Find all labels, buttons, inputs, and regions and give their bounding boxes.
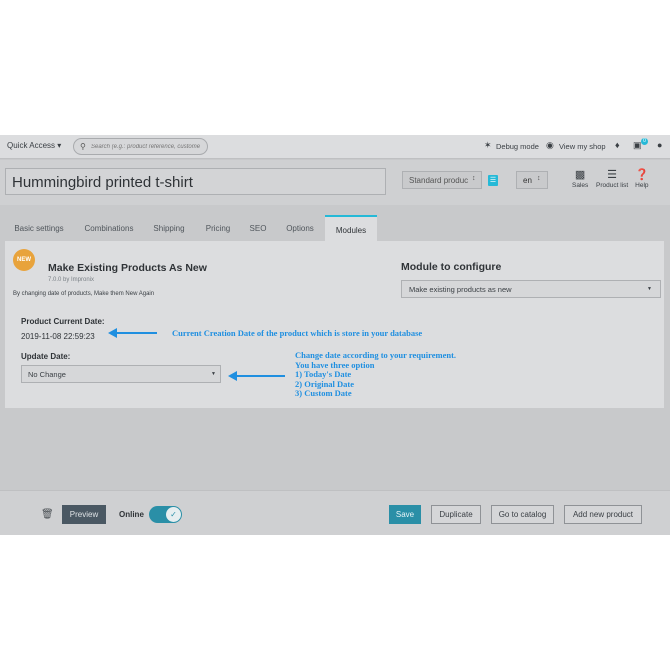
cart-badge: 0 [641, 138, 648, 145]
tab-modules[interactable]: Modules [325, 215, 377, 241]
module-panel: NEW Make Existing Products As New 7.0.0 … [5, 241, 664, 408]
product-list-tool[interactable]: ☰ Product list [596, 168, 628, 189]
online-label: Online [119, 510, 144, 519]
current-date-value: 2019-11-08 22:59:23 [21, 332, 95, 341]
sales-label: Sales [572, 182, 589, 189]
caret-down-icon: ▼ [647, 286, 652, 292]
search-input[interactable] [91, 141, 203, 152]
annotation-arrow [235, 375, 285, 377]
check-icon: ✓ [166, 507, 181, 522]
chevron-updown-icon: ↕ [472, 175, 476, 182]
tab-options[interactable]: Options [279, 215, 321, 241]
user-icon[interactable]: ● [657, 140, 662, 150]
tab-shipping[interactable]: Shipping [147, 215, 191, 241]
tab-combinations[interactable]: Combinations [78, 215, 140, 241]
product-type-select[interactable]: Standard produc [402, 171, 482, 189]
preview-button[interactable]: Preview [62, 505, 106, 524]
module-configure-label: Module to configure [401, 261, 502, 273]
product-list-label: Product list [596, 182, 629, 189]
module-configure-select[interactable]: Make existing products as new ▼ [401, 280, 661, 298]
go-to-catalog-button[interactable]: Go to catalog [491, 505, 554, 524]
annotation-arrow [115, 332, 157, 334]
help-icon: ❓ [635, 169, 649, 181]
module-configure-value: Make existing products as new [409, 285, 512, 294]
add-new-product-button[interactable]: Add new product [564, 505, 642, 524]
quick-access-menu[interactable]: Quick Access ▾ [7, 141, 61, 150]
view-shop-link[interactable]: View my shop [559, 142, 606, 151]
save-button[interactable]: Save [389, 505, 421, 524]
eye-icon: ◉ [546, 140, 554, 150]
product-title-bar: Hummingbird printed t-shirt Standard pro… [0, 160, 670, 205]
product-edit-page: Quick Access ▾ ⚲ ✶ Debug mode ◉ View my … [0, 135, 670, 535]
note-line: 3) Custom Date [295, 388, 352, 398]
language-select[interactable]: en [516, 171, 548, 189]
update-date-value: No Change [28, 370, 66, 379]
top-header: Quick Access ▾ ⚲ ✶ Debug mode ◉ View my … [0, 135, 670, 159]
module-title: Make Existing Products As New [48, 262, 207, 274]
current-date-label: Product Current Date: [21, 317, 105, 326]
debug-mode-link[interactable]: Debug mode [496, 142, 539, 151]
product-name-input[interactable]: Hummingbird printed t-shirt [5, 168, 386, 195]
info-icon[interactable]: ☰ [488, 175, 498, 186]
list-icon: ☰ [607, 169, 618, 181]
update-date-note: Change date according to your requiremen… [295, 350, 456, 399]
tab-basic-settings[interactable]: Basic settings [7, 215, 71, 241]
help-label: Help [635, 182, 649, 189]
search-bar[interactable]: ⚲ [73, 138, 208, 155]
current-date-note: Current Creation Date of the product whi… [172, 328, 423, 338]
bell-icon[interactable]: ♦ [615, 140, 620, 150]
trash-icon[interactable]: 🗑 [41, 509, 54, 520]
tab-seo[interactable]: SEO [244, 215, 272, 241]
product-tabs: Basic settings Combinations Shipping Pri… [0, 215, 670, 241]
tab-pricing[interactable]: Pricing [199, 215, 237, 241]
update-date-label: Update Date: [21, 352, 71, 361]
duplicate-button[interactable]: Duplicate [431, 505, 481, 524]
caret-down-icon: ▼ [211, 371, 216, 377]
bug-icon: ✶ [484, 140, 492, 150]
footer-toolbar: 🗑 Preview Online ✓ Save Duplicate Go to … [0, 490, 670, 535]
chevron-updown-icon: ↕ [537, 175, 541, 182]
update-date-select[interactable]: No Change ▼ [21, 365, 221, 383]
search-icon: ⚲ [80, 142, 86, 151]
new-badge-icon: NEW [13, 249, 35, 271]
module-version: 7.0.0 by Impronix [48, 277, 95, 283]
sales-tool[interactable]: ▩ Sales [572, 168, 588, 189]
chart-icon: ▩ [574, 169, 586, 181]
help-tool[interactable]: ❓ Help [635, 168, 649, 189]
online-toggle[interactable]: ✓ [149, 506, 182, 523]
module-description: By changing date of products, Make them … [13, 291, 155, 297]
